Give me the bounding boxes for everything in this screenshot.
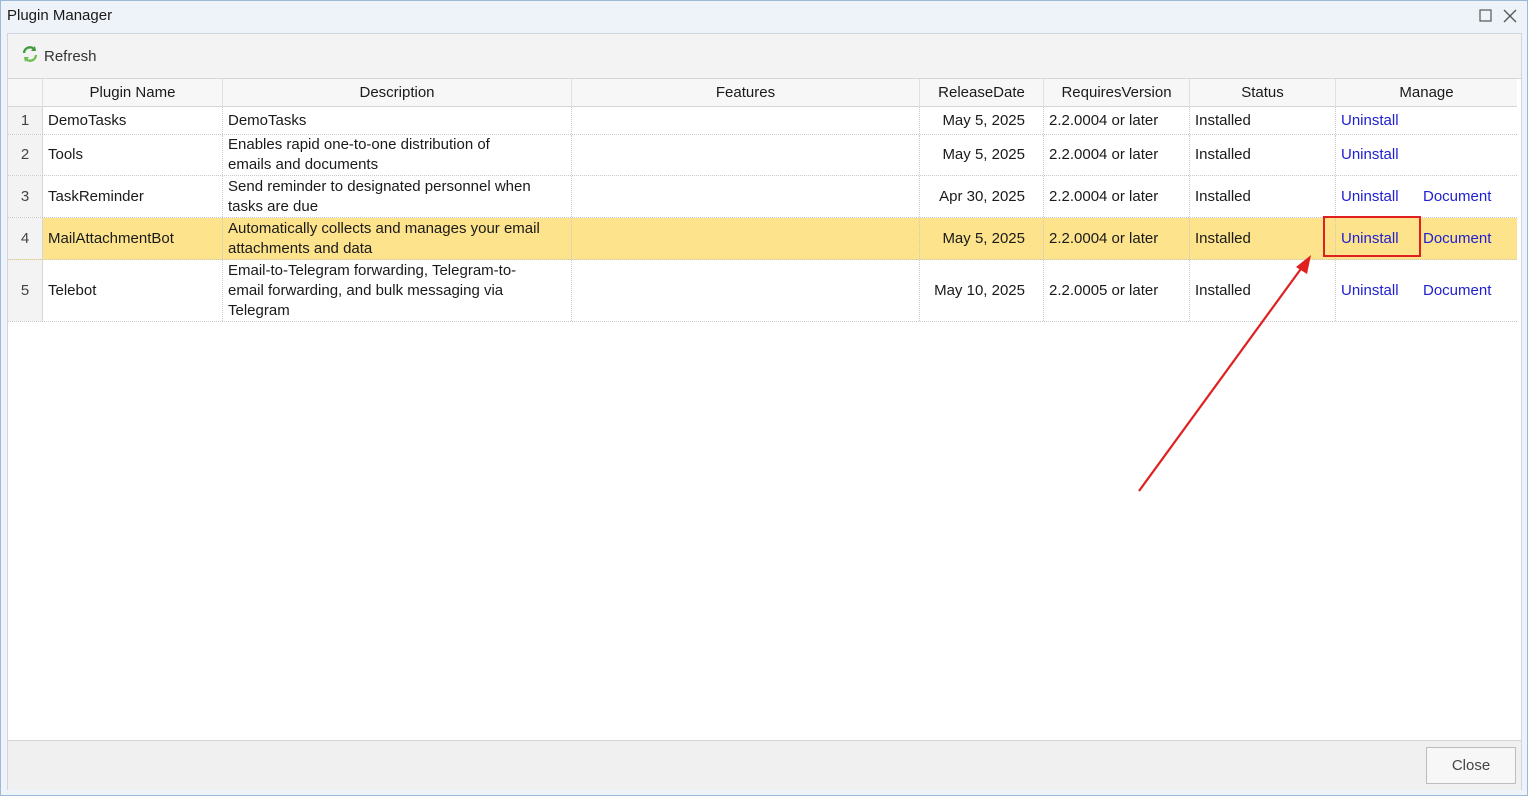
document-link[interactable]: Document (1423, 187, 1491, 207)
status-cell: Installed (1190, 260, 1336, 321)
requires-version-cell: 2.2.0004 or later (1044, 218, 1190, 259)
description-line: email forwarding, and bulk messaging via (228, 281, 504, 299)
header-manage[interactable]: Manage (1336, 79, 1517, 107)
description-line: attachments and data (228, 239, 373, 257)
maximize-icon[interactable] (1477, 7, 1495, 25)
description-line: Telegram (228, 301, 290, 319)
window-title: Plugin Manager (7, 7, 113, 24)
features-cell (572, 260, 920, 321)
header-plugin-name[interactable]: Plugin Name (43, 79, 223, 107)
description-cell: Email-to-Telegram forwarding, Telegram-t… (223, 260, 572, 321)
row-number: 5 (8, 260, 43, 321)
features-cell (572, 135, 920, 175)
table-row[interactable]: 1 DemoTasks DemoTasks May 5, 2025 2.2.00… (8, 107, 1517, 135)
features-cell (572, 107, 920, 134)
requires-version-cell: 2.2.0004 or later (1044, 135, 1190, 175)
manage-cell: Uninstall (1336, 107, 1517, 134)
header-features[interactable]: Features (572, 79, 920, 107)
description-cell: Enables rapid one-to-one distribution of… (223, 135, 572, 175)
release-date-cell: May 10, 2025 (920, 260, 1044, 321)
manage-cell: Uninstall Document (1336, 218, 1517, 259)
uninstall-link[interactable]: Uninstall (1341, 229, 1399, 249)
plugin-name-cell: Telebot (43, 260, 223, 321)
status-cell: Installed (1190, 135, 1336, 175)
manage-cell: Uninstall Document (1336, 176, 1517, 217)
release-date-cell: May 5, 2025 (920, 218, 1044, 259)
header-requires-version[interactable]: RequiresVersion (1044, 79, 1190, 107)
description-line: Send reminder to designated personnel wh… (228, 177, 531, 195)
status-cell: Installed (1190, 218, 1336, 259)
description-line: Email-to-Telegram forwarding, Telegram-t… (228, 261, 517, 279)
requires-version-cell: 2.2.0005 or later (1044, 260, 1190, 321)
table-row[interactable]: 5 Telebot Email-to-Telegram forwarding, … (8, 260, 1517, 322)
document-link[interactable]: Document (1423, 281, 1491, 301)
description-line: Enables rapid one-to-one distribution of (228, 136, 490, 153)
release-date-cell: May 5, 2025 (920, 107, 1044, 134)
header-description[interactable]: Description (223, 79, 572, 107)
manage-cell: Uninstall (1336, 135, 1517, 175)
header-status[interactable]: Status (1190, 79, 1336, 107)
header-release-date[interactable]: ReleaseDate (920, 79, 1044, 107)
header-row-number (8, 79, 43, 107)
row-number: 4 (8, 218, 43, 259)
features-cell (572, 176, 920, 217)
description-cell: Send reminder to designated personnel wh… (223, 176, 572, 217)
uninstall-link[interactable]: Uninstall (1341, 145, 1399, 165)
plugin-name-cell: TaskReminder (43, 176, 223, 217)
title-bar: Plugin Manager (1, 1, 1527, 33)
description-cell: DemoTasks (223, 107, 572, 134)
document-link[interactable]: Document (1423, 229, 1491, 249)
close-button[interactable]: Close (1426, 747, 1516, 784)
table-row[interactable]: 3 TaskReminder Send reminder to designat… (8, 176, 1517, 218)
row-number: 2 (8, 135, 43, 175)
features-cell (572, 218, 920, 259)
release-date-cell: Apr 30, 2025 (920, 176, 1044, 217)
description-line: DemoTasks (228, 111, 307, 129)
row-number: 1 (8, 107, 43, 134)
uninstall-link[interactable]: Uninstall (1341, 187, 1399, 207)
refresh-label: Refresh (44, 47, 97, 65)
description-line: tasks are due (228, 197, 319, 215)
refresh-button[interactable]: Refresh (18, 43, 99, 69)
requires-version-cell: 2.2.0004 or later (1044, 176, 1190, 217)
dialog-footer: Close (8, 740, 1521, 790)
description-cell: Automatically collects and manages your … (223, 218, 572, 259)
release-date-cell: May 5, 2025 (920, 135, 1044, 175)
close-icon[interactable] (1501, 7, 1519, 25)
requires-version-cell: 2.2.0004 or later (1044, 107, 1190, 134)
plugin-manager-window: Plugin Manager Refresh Plugin Name Descr… (0, 0, 1528, 796)
status-cell: Installed (1190, 107, 1336, 134)
refresh-icon (20, 44, 40, 68)
plugin-name-cell: Tools (43, 135, 223, 175)
table-row-selected[interactable]: 4 MailAttachmentBot Automatically collec… (8, 218, 1517, 260)
status-cell: Installed (1190, 176, 1336, 217)
dialog-body: Refresh Plugin Name Description Features… (7, 33, 1522, 790)
uninstall-link[interactable]: Uninstall (1341, 281, 1399, 301)
description-line: emails and documents (228, 156, 379, 173)
plugin-table: Plugin Name Description Features Release… (8, 78, 1521, 740)
toolbar: Refresh (8, 34, 1521, 78)
description-line: Automatically collects and manages your … (228, 219, 540, 237)
row-number: 3 (8, 176, 43, 217)
uninstall-link[interactable]: Uninstall (1341, 111, 1399, 131)
manage-cell: Uninstall Document (1336, 260, 1517, 321)
plugin-name-cell: MailAttachmentBot (43, 218, 223, 259)
plugin-name-cell: DemoTasks (43, 107, 223, 134)
table-header: Plugin Name Description Features Release… (8, 79, 1517, 107)
table-row[interactable]: 2 Tools Enables rapid one-to-one distrib… (8, 135, 1517, 176)
